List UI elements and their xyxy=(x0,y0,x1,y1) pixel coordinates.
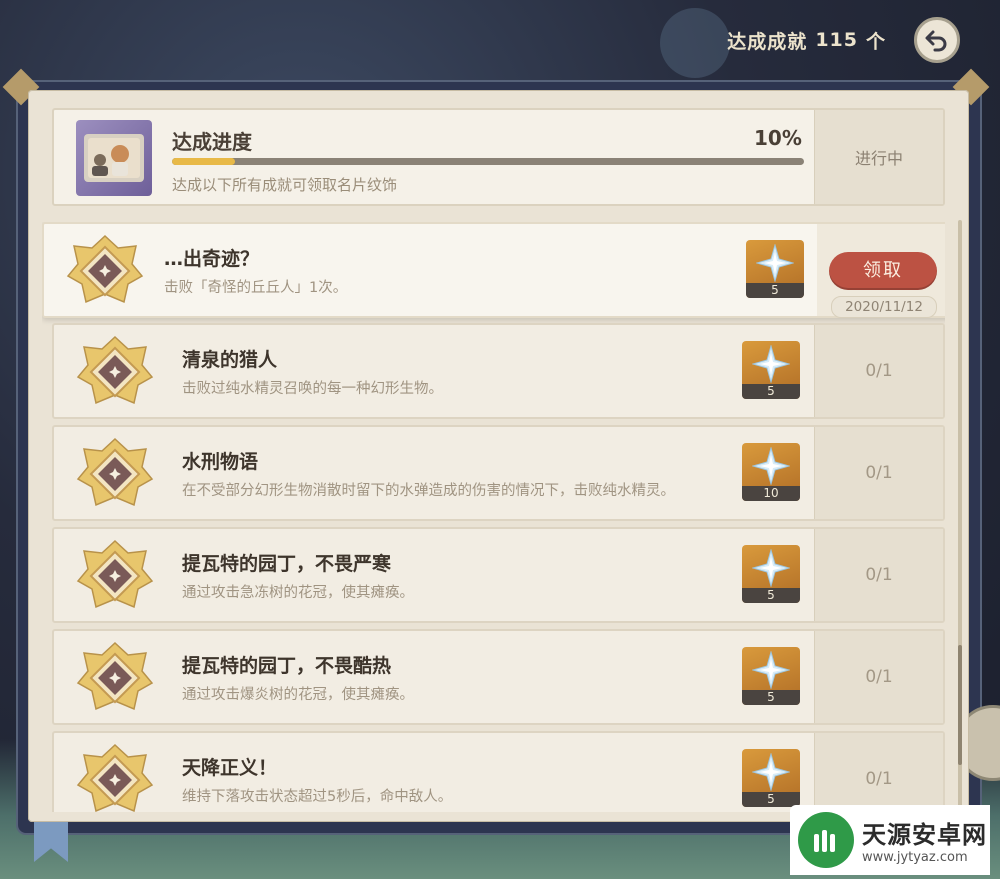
achievement-progress: 0/1 xyxy=(814,733,943,812)
achievement-row[interactable]: 天降正义！ 维持下落攻击状态超过5秒后，命中敌人。 5 0/1 xyxy=(52,731,945,812)
achievement-badge-icon xyxy=(76,743,154,812)
achievement-panel: 达成进度 10% 达成以下所有成就可领取名片纹饰 进行中 …出奇迹？ 击败「奇怪… xyxy=(28,90,969,822)
achievement-count: 达成成就 115 个 xyxy=(727,27,886,54)
achievement-title: …出奇迹？ xyxy=(164,248,260,270)
achievement-list: …出奇迹？ 击败「奇怪的丘丘人」1次。 5 领取 2020/11/12 清泉的猎… xyxy=(42,222,945,812)
reward-count: 5 xyxy=(742,792,800,807)
achievement-title: 水刑物语 xyxy=(182,451,259,473)
progress-percent: 10% xyxy=(754,126,802,150)
back-arrow-icon xyxy=(925,30,947,52)
progress-bar xyxy=(172,158,804,165)
progress-description: 达成以下所有成就可领取名片纹饰 xyxy=(172,176,398,194)
primogem-reward: 10 xyxy=(742,443,800,501)
progress-card: 达成进度 10% 达成以下所有成就可领取名片纹饰 进行中 xyxy=(52,108,945,206)
back-button[interactable] xyxy=(914,17,960,63)
achievement-count-unit: 个 xyxy=(865,30,886,53)
achievement-badge-icon xyxy=(76,335,154,405)
achievement-count-value: 115 xyxy=(815,29,858,51)
progress-status: 进行中 xyxy=(814,110,943,204)
achievement-title: 提瓦特的园丁，不畏酷热 xyxy=(182,655,392,677)
achievement-title: 提瓦特的园丁，不畏严寒 xyxy=(182,553,392,575)
background-glow xyxy=(660,8,730,78)
achievement-badge-icon xyxy=(76,437,154,507)
achievement-badge-icon xyxy=(76,539,154,609)
primogem-icon xyxy=(752,651,790,689)
primogem-reward: 5 xyxy=(742,749,800,807)
achievement-progress: 0/1 xyxy=(814,427,943,519)
achievement-title: 清泉的猎人 xyxy=(182,349,278,371)
achievement-badge-icon xyxy=(66,234,144,304)
achievement-description: 击败过纯水精灵召唤的每一种幻形生物。 xyxy=(182,381,443,397)
namecard-reward-image xyxy=(76,120,152,196)
watermark-title: 天源安卓网 xyxy=(862,821,987,849)
achievement-row[interactable]: 提瓦特的园丁，不畏酷热 通过攻击爆炎树的花冠，使其瘫痪。 5 0/1 xyxy=(52,629,945,725)
reward-count: 5 xyxy=(742,384,800,399)
primogem-reward: 5 xyxy=(746,240,804,298)
primogem-icon xyxy=(752,345,790,383)
progress-bar-fill xyxy=(172,158,236,165)
achievement-badge-icon xyxy=(76,641,154,711)
progress-title: 达成进度 xyxy=(172,130,252,154)
achievement-row[interactable]: 水刑物语 在不受部分幻形生物消散时留下的水弹造成的伤害的情况下，击败纯水精灵。 … xyxy=(52,425,945,521)
watermark-logo-icon xyxy=(798,812,854,868)
achievement-progress: 0/1 xyxy=(814,325,943,417)
achievement-title: 天降正义！ xyxy=(182,757,278,779)
primogem-icon xyxy=(752,753,790,791)
achievement-row[interactable]: 清泉的猎人 击败过纯水精灵召唤的每一种幻形生物。 5 0/1 xyxy=(52,323,945,419)
reward-count: 5 xyxy=(746,283,804,298)
achievement-progress: 0/1 xyxy=(814,631,943,723)
achievement-description: 通过攻击急冻树的花冠，使其瘫痪。 xyxy=(182,585,414,601)
reward-count: 5 xyxy=(742,690,800,705)
reward-count: 10 xyxy=(742,486,800,501)
achievement-description: 维持下落攻击状态超过5秒后，命中敌人。 xyxy=(182,789,453,805)
achievement-row[interactable]: 提瓦特的园丁，不畏严寒 通过攻击急冻树的花冠，使其瘫痪。 5 0/1 xyxy=(52,527,945,623)
achievement-description: 击败「奇怪的丘丘人」1次。 xyxy=(164,280,348,296)
top-bar: 达成成就 115 个 xyxy=(727,16,960,64)
watermark-url: www.jytyaz.com xyxy=(862,850,968,865)
primogem-reward: 5 xyxy=(742,647,800,705)
primogem-icon xyxy=(752,549,790,587)
achievement-description: 在不受部分幻形生物消散时留下的水弹造成的伤害的情况下，击败纯水精灵。 xyxy=(182,483,675,499)
achievement-progress: 0/1 xyxy=(814,529,943,621)
completion-date: 2020/11/12 xyxy=(831,296,937,318)
primogem-reward: 5 xyxy=(742,545,800,603)
claim-button[interactable]: 领取 xyxy=(829,252,937,290)
achievement-count-label: 达成成就 xyxy=(727,30,808,53)
primogem-icon xyxy=(756,244,794,282)
primogem-reward: 5 xyxy=(742,341,800,399)
list-scrollbar-thumb[interactable] xyxy=(958,645,962,765)
site-watermark: 天源安卓网 www.jytyaz.com xyxy=(790,805,990,875)
achievement-description: 通过攻击爆炎树的花冠，使其瘫痪。 xyxy=(182,687,414,703)
achievement-row[interactable]: …出奇迹？ 击败「奇怪的丘丘人」1次。 5 领取 2020/11/12 xyxy=(42,222,945,318)
claim-area: 领取 2020/11/12 xyxy=(817,224,945,318)
primogem-icon xyxy=(752,447,790,485)
reward-count: 5 xyxy=(742,588,800,603)
